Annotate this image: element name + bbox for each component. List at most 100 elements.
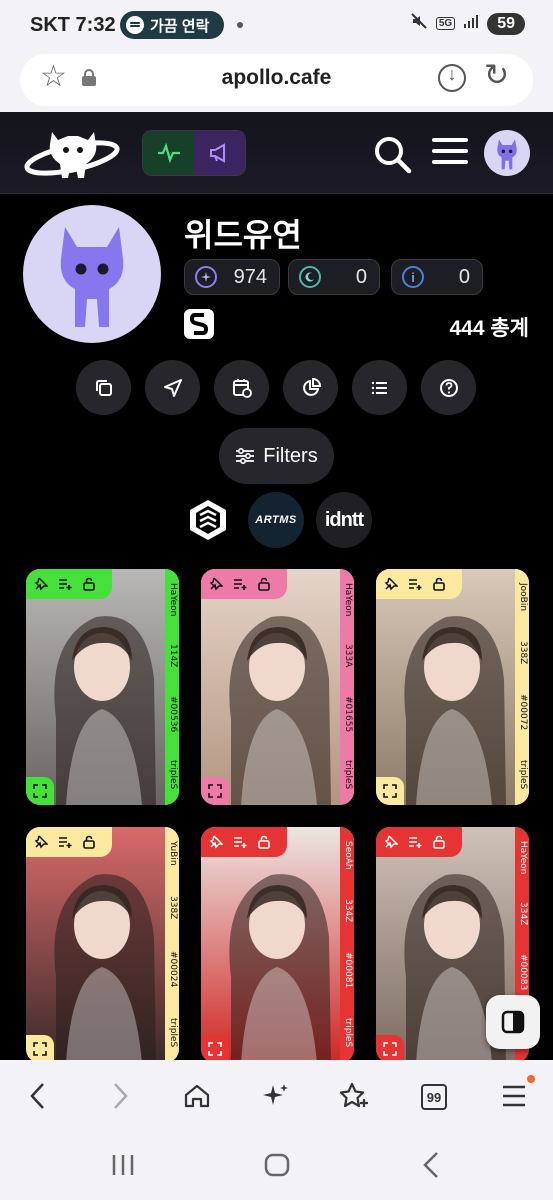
objekt-photo[interactable] (201, 569, 354, 805)
objekt-actions (26, 569, 112, 599)
total-count: 444 총계 (449, 317, 529, 340)
search-icon[interactable] (372, 134, 412, 174)
pin-icon[interactable] (209, 577, 223, 591)
send-button[interactable] (145, 360, 200, 415)
star-plus-icon (339, 1082, 368, 1108)
filters-button[interactable]: Filters (219, 428, 334, 484)
help-button[interactable] (421, 360, 476, 415)
stat-cosmo: 974 (184, 259, 280, 295)
lock-icon[interactable] (82, 835, 96, 849)
add-to-list-icon[interactable] (408, 577, 422, 591)
pin-icon[interactable] (34, 835, 48, 849)
objekt-photo[interactable] (201, 827, 354, 1063)
system-home-icon[interactable] (264, 1152, 290, 1178)
objekt-card[interactable]: HaYeon 114Z #00536 tripleS (26, 569, 179, 805)
back-button[interactable] (18, 1078, 58, 1114)
megaphone-icon[interactable] (194, 131, 245, 175)
calendar-button[interactable] (214, 360, 269, 415)
moon-icon (299, 266, 321, 288)
lock-icon[interactable] (432, 835, 446, 849)
media-label: 가끔 연락 (150, 17, 210, 35)
browser-menu-button[interactable] (494, 1078, 534, 1114)
lock-icon[interactable] (82, 577, 96, 591)
expand-button[interactable] (376, 777, 404, 805)
signal-icon (463, 13, 479, 34)
objekt-member: HaYeon (343, 583, 353, 617)
stat-cosmo-value: 974 (233, 265, 267, 288)
brand-idntt-button[interactable]: idntt (316, 492, 372, 548)
add-to-list-icon[interactable] (233, 577, 247, 591)
add-to-list-icon[interactable] (58, 577, 72, 591)
menu-icon[interactable] (432, 138, 468, 168)
objekt-photo[interactable] (26, 569, 179, 805)
home-icon (184, 1084, 210, 1108)
sidebar-toggle-button[interactable] (486, 995, 540, 1049)
brand-artms-button[interactable]: ARTMS (248, 492, 304, 548)
objekt-card[interactable]: SeoAh 334Z #00081 tripleS (201, 827, 354, 1063)
objekt-number: #00083 (518, 953, 528, 990)
tabs-button[interactable]: 99 (421, 1084, 447, 1110)
expand-icon (33, 1042, 47, 1056)
network-type: 5G (435, 17, 456, 30)
lock-icon[interactable] (257, 577, 271, 591)
header-avatar[interactable] (484, 130, 530, 176)
tripleS-logo (184, 309, 214, 339)
add-to-list-icon[interactable] (233, 835, 247, 849)
pin-icon[interactable] (384, 577, 398, 591)
forward-button[interactable] (100, 1078, 140, 1114)
expand-icon (383, 1042, 397, 1056)
url-text[interactable]: apollo.cafe (0, 66, 553, 90)
objekt-group: tripleS (518, 759, 528, 789)
objekt-photo[interactable] (26, 827, 179, 1063)
copy-icon (95, 379, 112, 396)
lock-icon[interactable] (432, 577, 446, 591)
objekt-card[interactable]: YuBin 338Z #00024 tripleS (26, 827, 179, 1063)
expand-button[interactable] (201, 777, 229, 805)
brand-triples-button[interactable] (180, 492, 236, 548)
sparkle-icon (263, 1084, 288, 1105)
objekt-member: JooBin (518, 583, 528, 612)
objekt-actions (201, 569, 287, 599)
expand-icon (208, 784, 222, 798)
profile-avatar (23, 205, 161, 343)
expand-button[interactable] (201, 1035, 229, 1063)
lock-icon[interactable] (257, 835, 271, 849)
system-back-icon[interactable] (420, 1150, 444, 1180)
media-pill[interactable]: 가끔 연락 (120, 11, 224, 39)
objekt-card[interactable]: HaYeon 333A #01655 tripleS (201, 569, 354, 805)
expand-button[interactable] (26, 1035, 54, 1063)
objekt-band-text: HaYeon 114Z #00536 tripleS (166, 583, 178, 789)
favorites-button[interactable] (334, 1078, 374, 1114)
activity-icon[interactable] (143, 131, 194, 175)
add-to-list-icon[interactable] (408, 835, 422, 849)
objekt-group: tripleS (343, 1017, 353, 1047)
apollo-logo[interactable] (24, 124, 120, 184)
copy-button[interactable] (76, 360, 131, 415)
profile-name: 위드유연 (184, 217, 302, 253)
pin-icon[interactable] (34, 577, 48, 591)
reload-icon[interactable]: ↻ (484, 58, 509, 93)
objekt-season: 338Z (168, 896, 178, 920)
idntt-label: idntt (324, 508, 364, 531)
pin-icon[interactable] (384, 835, 398, 849)
objekt-photo[interactable] (376, 569, 529, 805)
expand-button[interactable] (26, 777, 54, 805)
carrier-time: SKT 7:32 (30, 14, 116, 36)
home-button[interactable] (177, 1078, 217, 1114)
mode-toggle[interactable] (142, 130, 246, 176)
spotify-icon (126, 16, 144, 34)
download-icon[interactable] (438, 64, 466, 92)
add-to-list-icon[interactable] (58, 835, 72, 849)
objekt-band-text: HaYeon 333A #01655 tripleS (341, 583, 353, 789)
recent-apps-icon[interactable] (110, 1152, 136, 1178)
objekt-actions (26, 827, 112, 857)
pin-icon[interactable] (209, 835, 223, 849)
list-button[interactable] (352, 360, 407, 415)
stats-button[interactable] (283, 360, 338, 415)
objekt-member: SeoAh (343, 841, 353, 870)
status-bar: SKT 7:32 가끔 연락 5G 59 (0, 0, 553, 50)
objekt-member: HaYeon (168, 583, 178, 617)
objekt-card[interactable]: JooBin 338Z #00072 tripleS (376, 569, 529, 805)
ai-button[interactable] (256, 1078, 296, 1114)
expand-button[interactable] (376, 1035, 404, 1063)
